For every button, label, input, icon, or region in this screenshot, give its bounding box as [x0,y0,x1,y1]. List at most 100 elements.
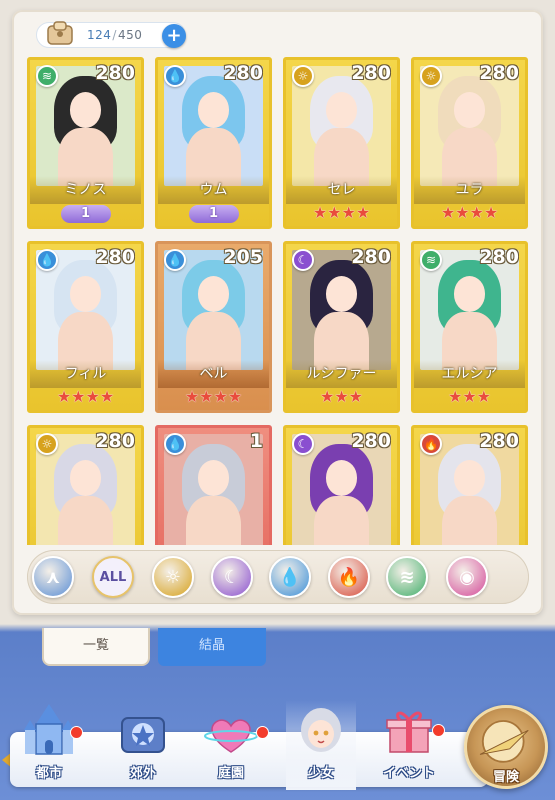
water-element-icon: 💧 [164,433,186,455]
nav-adventure-button[interactable]: 冒険 [464,705,548,789]
star-rating: ★★★★ [184,387,243,406]
character-name: ウム [158,176,269,204]
character-card[interactable]: 💧 280 ウム 1 [155,57,272,229]
garden-notification-dot [256,726,269,739]
nav-city[interactable]: 都市 [14,700,84,790]
awakening-badge: 1 [188,205,239,223]
special-element-icon: ◉ [459,566,475,588]
wind-element-icon: ≋ [36,65,58,87]
star-rating: ★★★★ [312,203,371,222]
gift-box-icon [386,711,432,753]
sort-filter-button[interactable]: ⋏ [32,556,74,598]
water-element-filter-button[interactable]: 💧 [269,556,311,598]
water-element-icon: 💧 [164,65,186,87]
star-rating: ★★★★ [440,203,499,222]
character-name: ユラ [414,176,525,204]
tab-list[interactable]: 一覧 [42,628,150,666]
wind-element-icon: ≋ [420,249,442,271]
portrait-body [185,496,242,545]
count-separator: / [112,28,117,42]
count-current: 124 [87,28,112,42]
dark-element-icon: ☾ [292,433,314,455]
all-filter-icon: ALL [99,569,127,585]
water-element-icon: 💧 [278,566,302,588]
star-rating: ★★★ [319,387,364,406]
character-name: ミノス [30,176,141,204]
event-notification-dot [432,724,445,737]
character-level: 280 [351,430,391,452]
nav-suburb-label: 郊外 [129,766,156,781]
character-card[interactable]: ☾ 280 [283,425,400,545]
awakening-badge: 1 [60,205,111,223]
character-level: 280 [95,246,135,268]
dark-element-filter-button[interactable]: ☾ [211,556,253,598]
character-card[interactable]: ☼ 280 [27,425,144,545]
character-name: ベル [158,360,269,388]
nav-garden[interactable]: 庭園 [196,700,269,790]
portrait-body [313,496,370,545]
nav-event-label: イベント [382,766,435,781]
character-card[interactable]: 💧 205 ベル ★★★★ [155,241,272,413]
castle-icon [24,704,74,755]
light-element-filter-button[interactable]: ☼ [152,556,194,598]
portrait-body [441,496,498,545]
fire-element-icon: 🔥 [420,433,442,455]
character-card[interactable]: ☼ 280 ユラ ★★★★ [411,57,528,229]
character-level: 205 [223,246,263,268]
nav-adventure-label: 冒険 [492,770,519,785]
wind-element-icon: ≋ [399,566,415,588]
character-card[interactable]: ≋ 280 ミノス 1 [27,57,144,229]
fire-element-filter-button[interactable]: 🔥 [328,556,370,598]
light-element-icon: ☼ [292,65,314,87]
water-element-icon: 💧 [36,249,58,271]
nav-girls[interactable]: 少女 [286,700,356,790]
nav-garden-label: 庭園 [217,766,244,781]
character-level: 280 [223,62,263,84]
character-level: 280 [351,246,391,268]
count-max: 450 [117,28,143,42]
character-card[interactable]: 💧 1 [155,425,272,545]
light-element-icon: ☼ [420,65,442,87]
nav-city-label: 都市 [35,766,62,781]
fire-element-icon: 🔥 [337,566,361,588]
inventory-bag-icon [47,21,73,45]
nav-girls-label: 少女 [307,766,334,781]
suburb-icon [121,717,165,753]
light-element-icon: ☼ [36,433,58,455]
nav-suburb[interactable]: 郊外 [108,700,178,790]
character-card[interactable]: ≋ 280 エルシア ★★★ [411,241,528,413]
light-element-icon: ☼ [164,566,182,588]
character-level: 280 [95,62,135,84]
character-name: フィル [30,360,141,388]
character-level: 280 [479,430,519,452]
special-element-filter-button[interactable]: ◉ [446,556,488,598]
girl-avatar-icon [301,708,341,752]
character-name: セレ [286,176,397,204]
character-level: 1 [249,430,263,452]
water-element-icon: 💧 [164,249,186,271]
character-card[interactable]: ☾ 280 ルシファー ★★★ [283,241,400,413]
nav-event[interactable]: イベント [374,700,445,790]
add-capacity-button[interactable]: + [162,24,186,48]
all-filter-filter-button[interactable]: ALL [92,556,134,598]
character-level: 280 [95,430,135,452]
character-card[interactable]: 🔥 280 [411,425,528,545]
sort-icon: ⋏ [45,566,61,588]
character-grid: ≋ 280 ミノス 1 💧 280 ウム 1 ☼ 280 セレ ★★★★ ☼ 280 ユラ ★★★★ 💧 280 フ… [27,57,529,545]
character-level: 280 [351,62,391,84]
garden-heart-icon [204,719,258,753]
character-name: ルシファー [286,360,397,388]
character-name: エルシア [414,360,525,388]
city-notification-dot [70,726,83,739]
character-card[interactable]: ☼ 280 セレ ★★★★ [283,57,400,229]
dark-element-icon: ☾ [223,566,241,588]
wind-element-filter-button[interactable]: ≋ [386,556,428,598]
dark-element-icon: ☾ [292,249,314,271]
character-level: 280 [479,246,519,268]
element-filter-bar: ⋏ ALL ☼ ☾ 💧 🔥 ≋ ◉ [27,550,529,604]
character-level: 280 [479,62,519,84]
tab-crystal[interactable]: 結晶 [158,628,266,666]
star-rating: ★★★★ [56,387,115,406]
character-card[interactable]: 💧 280 フィル ★★★★ [27,241,144,413]
portrait-body [57,496,114,545]
